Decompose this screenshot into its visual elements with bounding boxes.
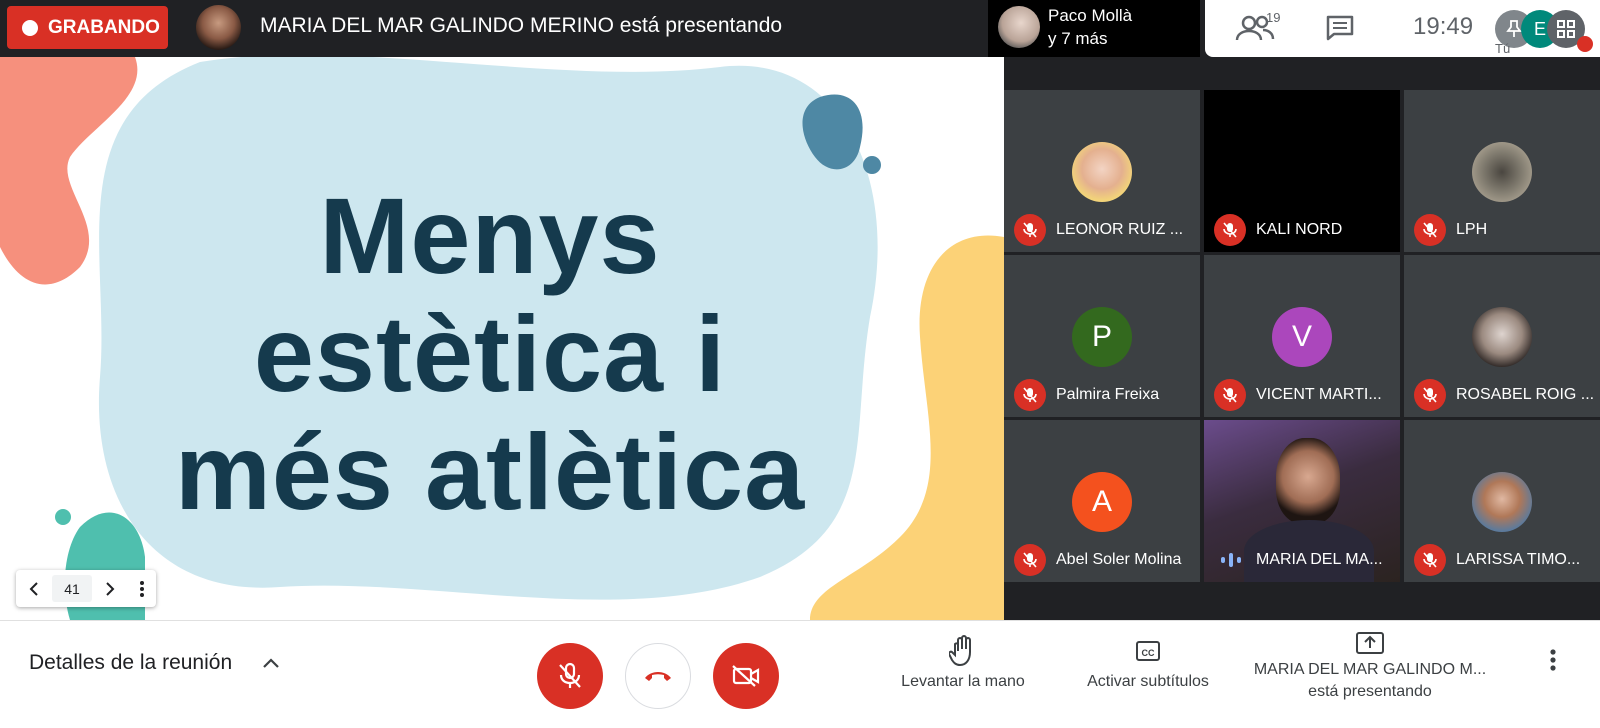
recording-badge[interactable]: GRABANDO bbox=[7, 6, 168, 49]
participant-name: MARIA DEL MA... bbox=[1256, 551, 1383, 568]
slide-page-number: 41 bbox=[52, 575, 92, 602]
meeting-clock: 19:49 bbox=[1413, 13, 1474, 40]
participant-tile[interactable]: A Abel Soler Molina bbox=[1004, 420, 1200, 582]
slide-more-button[interactable] bbox=[128, 570, 156, 607]
mic-toggle-button[interactable] bbox=[537, 643, 603, 709]
participant-avatar bbox=[1472, 142, 1532, 202]
presenter-avatar bbox=[196, 5, 241, 50]
participant-avatar bbox=[1072, 142, 1132, 202]
presenting-status: está presentando bbox=[1308, 683, 1432, 700]
raise-hand-label: Levantar la mano bbox=[901, 673, 1025, 690]
meeting-details-button[interactable]: Detalles de la reunión bbox=[29, 651, 232, 675]
other-participants-chip[interactable]: Paco Mollà y 7 más bbox=[988, 0, 1200, 57]
chevron-left-icon bbox=[29, 581, 38, 596]
participant-tile[interactable]: ROSABEL ROIG ... bbox=[1404, 255, 1600, 417]
slide-line-3: més atlètica bbox=[174, 411, 806, 532]
present-screen-icon bbox=[1356, 632, 1384, 654]
camera-toggle-button[interactable] bbox=[713, 643, 779, 709]
chat-icon[interactable] bbox=[1325, 14, 1355, 42]
mic-off-icon bbox=[1014, 544, 1046, 576]
participant-name: LEONOR RUIZ ... bbox=[1056, 221, 1184, 238]
chevron-up-icon[interactable] bbox=[262, 657, 280, 669]
participant-video-tile[interactable]: MARIA DEL MA... bbox=[1204, 420, 1400, 582]
mic-off-icon bbox=[1014, 214, 1046, 246]
mic-off-icon bbox=[559, 662, 581, 688]
presentation-slide: Menys estètica i més atlètica bbox=[0, 57, 1004, 620]
others-primary-name: Paco Mollà bbox=[1048, 6, 1133, 25]
presentation-button[interactable]: MARIA DEL MAR GALINDO M... está presenta… bbox=[1252, 629, 1488, 701]
mic-off-icon bbox=[1214, 214, 1246, 246]
participant-tile[interactable]: LEONOR RUIZ ... bbox=[1004, 90, 1200, 252]
captions-button[interactable]: CC Activar subtítulos bbox=[1078, 635, 1218, 691]
slide-navigator: 41 bbox=[16, 570, 156, 607]
participant-avatar: P bbox=[1072, 307, 1132, 367]
participant-tile[interactable]: V VICENT MARTI... bbox=[1204, 255, 1400, 417]
participant-grid: LEONOR RUIZ ... KALI NORD LPH P Palmira … bbox=[1004, 57, 1600, 620]
mic-off-icon bbox=[1414, 214, 1446, 246]
presenter-title: MARIA DEL MAR GALINDO MERINO está presen… bbox=[260, 14, 783, 37]
slide-headline: Menys estètica i més atlètica bbox=[0, 177, 980, 531]
camera-off-icon bbox=[732, 665, 760, 687]
participant-name: ROSABEL ROIG ... bbox=[1456, 386, 1595, 403]
participant-name: Abel Soler Molina bbox=[1056, 551, 1182, 568]
slide-line-1: Menys bbox=[319, 175, 661, 296]
participant-name: Palmira Freixa bbox=[1056, 386, 1160, 403]
hang-up-icon bbox=[645, 672, 671, 681]
top-bar: GRABANDO MARIA DEL MAR GALINDO MERINO es… bbox=[0, 0, 1600, 57]
participant-name: VICENT MARTI... bbox=[1256, 386, 1382, 403]
hand-icon bbox=[949, 635, 971, 667]
participant-name: LARISSA TIMO... bbox=[1456, 551, 1581, 568]
next-slide-button[interactable] bbox=[92, 570, 128, 607]
presenting-name: MARIA DEL MAR GALINDO M... bbox=[1253, 661, 1487, 678]
mic-off-icon bbox=[1014, 379, 1046, 411]
participant-name: LPH bbox=[1456, 221, 1488, 238]
leave-call-button[interactable] bbox=[625, 643, 691, 709]
self-controls: E Tú bbox=[1495, 6, 1600, 56]
top-right-panel: 19 19:49 E Tú bbox=[1205, 0, 1600, 57]
self-muted-icon bbox=[1577, 36, 1593, 52]
participant-avatar bbox=[1472, 307, 1532, 367]
speaking-indicator-icon bbox=[1220, 552, 1242, 568]
more-vert-icon bbox=[140, 580, 144, 597]
participant-avatar: V bbox=[1272, 307, 1332, 367]
others-count-label: y 7 más bbox=[1048, 29, 1108, 48]
more-options-icon[interactable] bbox=[1550, 649, 1556, 671]
participant-name: KALI NORD bbox=[1256, 221, 1343, 238]
mic-off-icon bbox=[1414, 379, 1446, 411]
participant-tile[interactable]: LPH bbox=[1404, 90, 1600, 252]
people-count: 19 bbox=[1266, 10, 1281, 25]
mic-off-icon bbox=[1214, 379, 1246, 411]
captions-label: Activar subtítulos bbox=[1087, 673, 1209, 690]
participant-tile[interactable]: KALI NORD bbox=[1204, 90, 1400, 252]
participant-avatar: A bbox=[1072, 472, 1132, 532]
chevron-right-icon bbox=[106, 581, 115, 596]
record-dot-icon bbox=[22, 19, 38, 36]
participant-video bbox=[1276, 438, 1340, 524]
captions-icon: CC bbox=[1136, 641, 1160, 661]
self-label: Tú bbox=[1495, 41, 1511, 56]
participant-tile[interactable]: LARISSA TIMO... bbox=[1404, 420, 1600, 582]
participant-tile[interactable]: P Palmira Freixa bbox=[1004, 255, 1200, 417]
raise-hand-button[interactable]: Levantar la mano bbox=[896, 635, 1030, 691]
svg-text:CC: CC bbox=[1142, 648, 1155, 658]
participant-avatar bbox=[1472, 472, 1532, 532]
mic-off-icon bbox=[1414, 544, 1446, 576]
others-avatar bbox=[998, 6, 1040, 48]
recording-label: GRABANDO bbox=[48, 16, 160, 38]
slide-line-2: estètica i bbox=[253, 293, 727, 414]
bottom-control-bar: Detalles de la reunión Levantar la mano … bbox=[0, 620, 1600, 728]
prev-slide-button[interactable] bbox=[16, 570, 52, 607]
